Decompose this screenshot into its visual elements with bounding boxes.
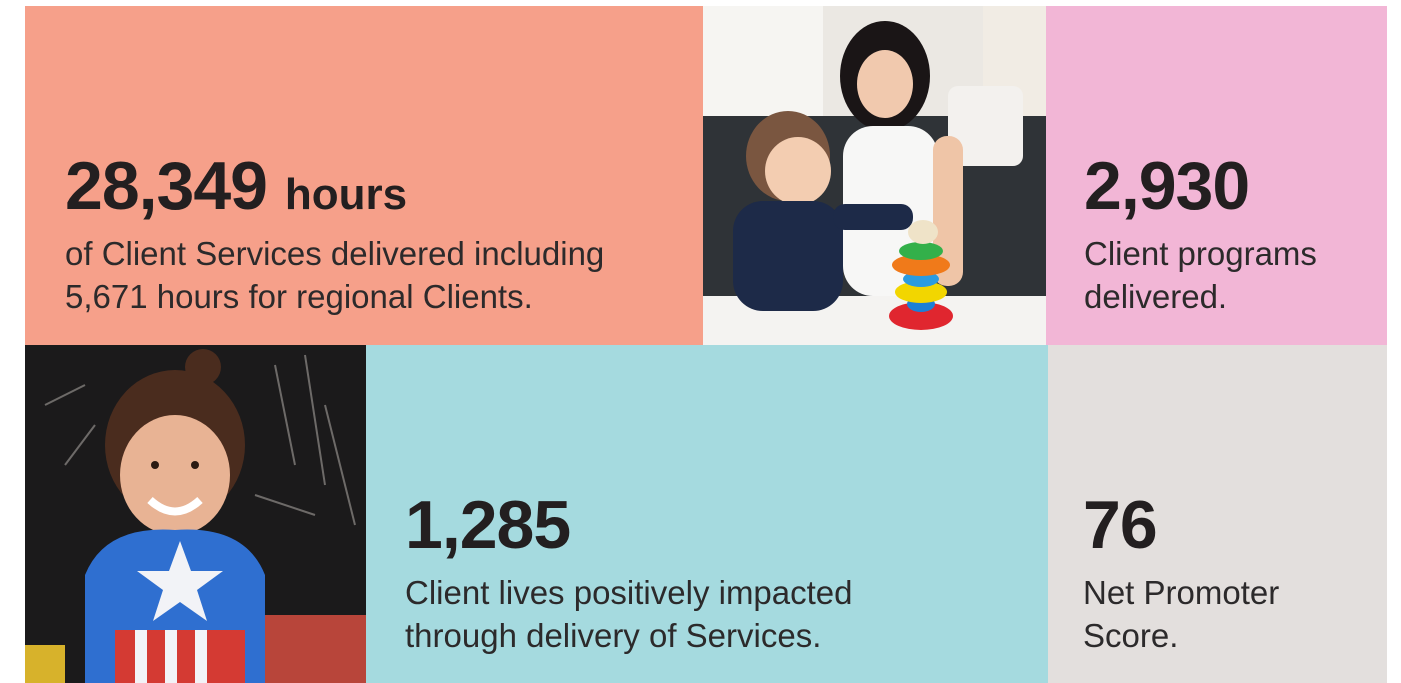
stat-tile-hours: 28,349 hours of Client Services delivere…	[25, 6, 703, 345]
photo-illustration	[703, 6, 1046, 345]
stat-tile-lives: 1,285 Client lives positively impacted th…	[366, 345, 1048, 683]
photo-mother-and-toddler	[703, 6, 1046, 345]
stat-description: of Client Services delivered including 5,…	[65, 235, 605, 315]
photo-illustration	[25, 345, 366, 683]
stat-description: Client lives positively impacted through …	[405, 574, 853, 654]
stat-number: 76	[1083, 487, 1158, 563]
stat-description: Client programs delivered.	[1084, 235, 1317, 315]
photo-child-superhero	[25, 345, 366, 683]
stat-unit: hours	[284, 170, 408, 219]
stat-number: 1,285	[405, 487, 571, 563]
stat-tile-programs: 2,930 Client programs delivered.	[1046, 6, 1387, 345]
stat-description: Net Promoter Score.	[1083, 574, 1280, 654]
stat-number: 2,930	[1084, 148, 1250, 224]
stat-number: 28,349 hours	[65, 148, 408, 224]
stat-tile-net-promoter-score: 76 Net Promoter Score.	[1048, 345, 1387, 683]
